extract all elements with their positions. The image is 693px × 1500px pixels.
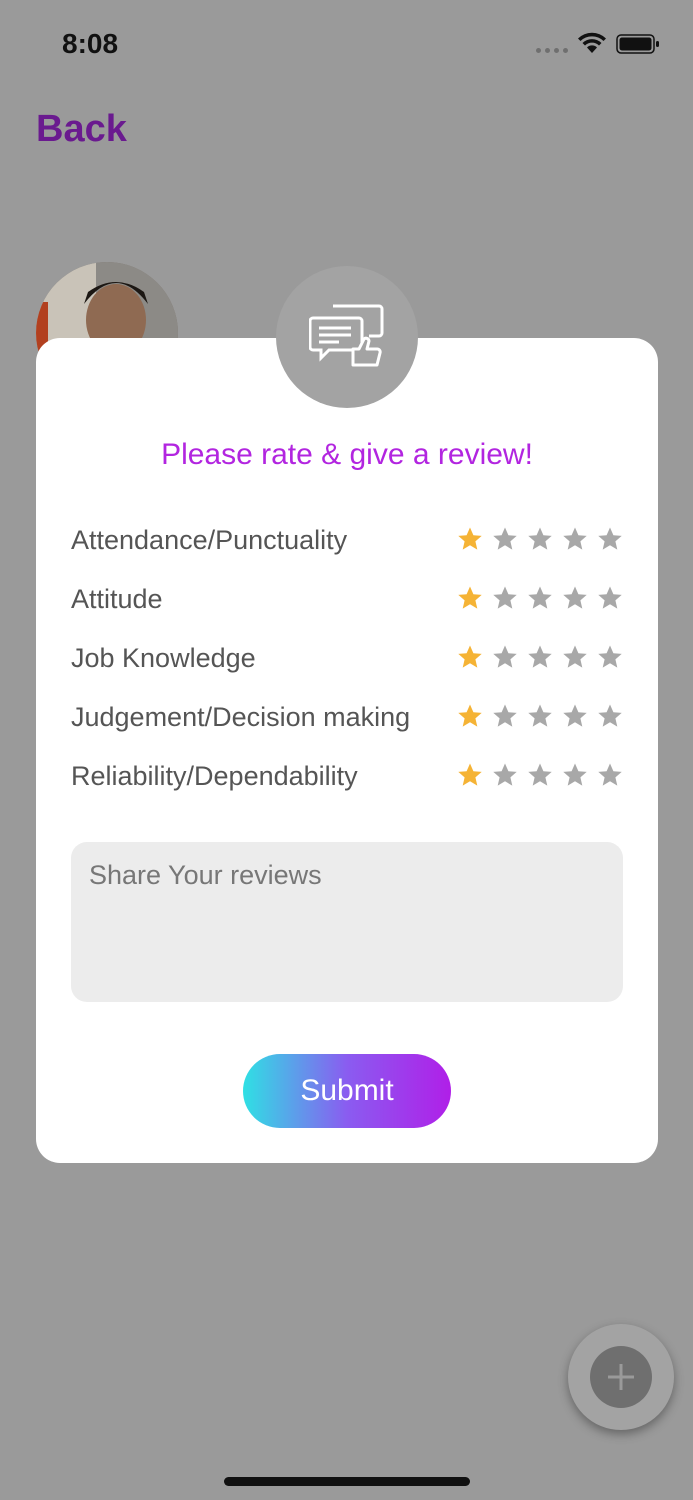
- star-icon[interactable]: [527, 585, 553, 611]
- rating-label: Reliability/Dependability: [71, 761, 358, 791]
- review-modal: Please rate & give a review! Attendance/…: [36, 338, 658, 1163]
- star-icon[interactable]: [492, 526, 518, 552]
- rating-row-attitude: Attitude: [71, 580, 631, 620]
- submit-button[interactable]: Submit: [243, 1054, 451, 1128]
- star-icon[interactable]: [527, 703, 553, 729]
- star-icon[interactable]: [597, 703, 623, 729]
- star-icon[interactable]: [597, 585, 623, 611]
- rating-label: Attendance/Punctuality: [71, 525, 348, 555]
- star-rating: [457, 585, 623, 611]
- star-icon[interactable]: [457, 644, 483, 670]
- star-icon[interactable]: [492, 644, 518, 670]
- star-rating: [457, 762, 623, 788]
- star-icon[interactable]: [527, 762, 553, 788]
- rating-row-judgement: Judgement/Decision making: [71, 698, 631, 738]
- star-icon[interactable]: [527, 644, 553, 670]
- back-button[interactable]: Back: [36, 108, 127, 151]
- star-icon[interactable]: [527, 526, 553, 552]
- star-icon[interactable]: [597, 644, 623, 670]
- star-icon[interactable]: [492, 703, 518, 729]
- review-placeholder: Share Your reviews: [89, 860, 322, 890]
- review-badge: [276, 266, 418, 408]
- rating-row-reliability: Reliability/Dependability: [71, 757, 631, 797]
- review-input[interactable]: Share Your reviews: [71, 842, 623, 1002]
- star-icon[interactable]: [562, 762, 588, 788]
- star-icon[interactable]: [457, 762, 483, 788]
- rating-label: Judgement/Decision making: [71, 702, 411, 732]
- rating-row-job-knowledge: Job Knowledge: [71, 639, 631, 679]
- star-icon[interactable]: [492, 762, 518, 788]
- wifi-icon: [578, 32, 606, 53]
- star-icon[interactable]: [457, 703, 483, 729]
- star-rating: [457, 703, 623, 729]
- status-bar: 8:08: [0, 0, 693, 90]
- rating-label: Job Knowledge: [71, 643, 256, 673]
- star-icon[interactable]: [457, 526, 483, 552]
- cellular-signal-icon: [536, 48, 568, 53]
- star-icon[interactable]: [562, 703, 588, 729]
- rating-row-attendance: Attendance/Punctuality: [71, 521, 631, 561]
- battery-icon: [616, 34, 659, 54]
- star-icon[interactable]: [457, 585, 483, 611]
- home-indicator: [224, 1477, 470, 1486]
- chat-thumbs-up-icon: [309, 304, 384, 367]
- star-rating: [457, 644, 623, 670]
- star-icon[interactable]: [492, 585, 518, 611]
- star-icon[interactable]: [562, 644, 588, 670]
- rating-label: Attitude: [71, 584, 163, 614]
- star-icon[interactable]: [597, 526, 623, 552]
- star-icon[interactable]: [562, 526, 588, 552]
- add-button[interactable]: [568, 1324, 674, 1430]
- status-time: 8:08: [62, 28, 119, 59]
- modal-title: Please rate & give a review!: [161, 438, 533, 471]
- star-rating: [457, 526, 623, 552]
- star-icon[interactable]: [562, 585, 588, 611]
- star-icon[interactable]: [597, 762, 623, 788]
- plus-icon: [590, 1346, 652, 1408]
